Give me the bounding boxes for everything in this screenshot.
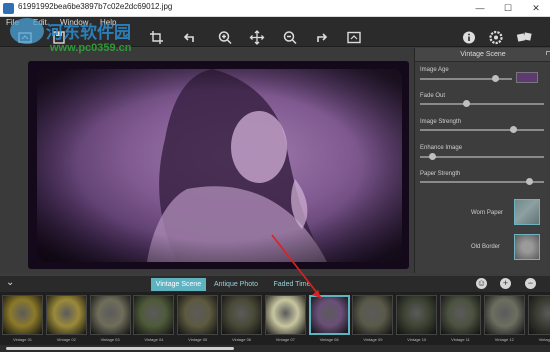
annotation-arrow [271,234,322,299]
